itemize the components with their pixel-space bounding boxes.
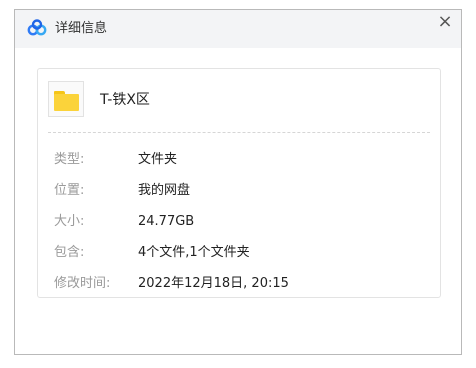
detail-label: 包含: bbox=[54, 245, 85, 260]
detail-label: 位置: bbox=[54, 183, 85, 198]
details-dialog: 详细信息 × T-铁X区 类型: 文件夹 位置: 我的网盘 大小: 24.77G… bbox=[14, 9, 462, 355]
dialog-titlebar: 详细信息 × bbox=[15, 10, 461, 48]
baidu-netdisk-logo-icon bbox=[27, 19, 47, 37]
dialog-title: 详细信息 bbox=[55, 21, 108, 36]
close-button[interactable]: × bbox=[435, 12, 455, 32]
detail-label: 修改时间: bbox=[54, 276, 111, 291]
close-icon: × bbox=[437, 11, 453, 32]
detail-value: 24.77GB bbox=[138, 214, 195, 229]
folder-icon bbox=[48, 81, 84, 117]
folder-body-shape bbox=[54, 94, 79, 111]
detail-label: 类型: bbox=[54, 152, 85, 167]
file-name: T-铁X区 bbox=[100, 92, 150, 108]
detail-value: 我的网盘 bbox=[138, 183, 191, 198]
detail-value: 文件夹 bbox=[138, 152, 178, 167]
details-card: T-铁X区 类型: 文件夹 位置: 我的网盘 大小: 24.77GB 包含: 4… bbox=[37, 68, 441, 298]
detail-value: 2022年12月18日, 20:15 bbox=[138, 276, 289, 291]
detail-value: 4个文件,1个文件夹 bbox=[138, 245, 250, 260]
detail-label: 大小: bbox=[54, 214, 85, 229]
divider bbox=[48, 132, 430, 133]
